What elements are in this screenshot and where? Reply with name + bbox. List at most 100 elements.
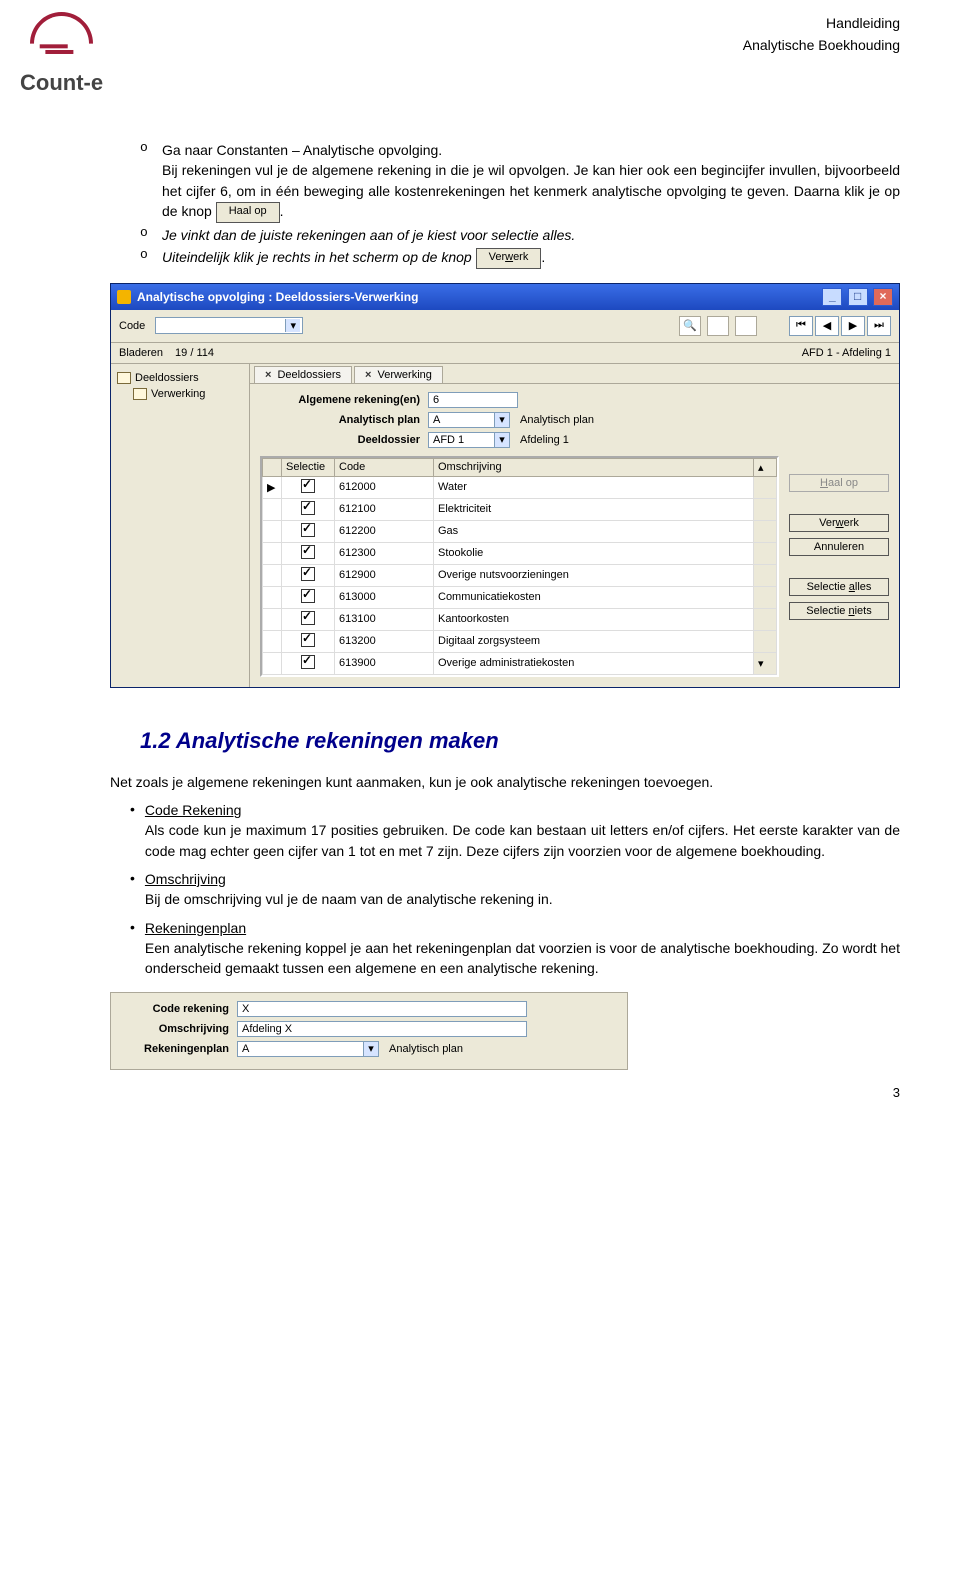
tool-btn-1[interactable] [707, 316, 729, 336]
col-selectie[interactable]: Selectie [282, 458, 335, 476]
text-italic: Je vinkt dan de juiste rekeningen aan of… [162, 227, 575, 243]
rekeningen-grid[interactable]: Selectie Code Omschrijving ▴ ▶612000Wate… [260, 456, 779, 677]
action-buttons: Haal op Verwerk Annuleren Selectie alles… [789, 456, 889, 677]
oms-input[interactable]: Afdeling X [237, 1021, 527, 1037]
paragraph: Ga naar Constanten – Analytische opvolgi… [162, 140, 900, 223]
checkbox[interactable] [301, 545, 315, 559]
table-row[interactable]: 612100Elektriciteit [263, 498, 777, 520]
table-row[interactable]: 612300Stookolie [263, 542, 777, 564]
rekplan-combo[interactable]: A▾ [237, 1041, 379, 1057]
cell-code: 613100 [335, 608, 434, 630]
cell-code: 612300 [335, 542, 434, 564]
checkbox[interactable] [301, 611, 315, 625]
tree-item-deeldossiers[interactable]: Deeldossiers [115, 370, 245, 386]
tree-item-verwerking[interactable]: Verwerking [115, 386, 245, 402]
table-row[interactable]: ▶612000Water [263, 476, 777, 498]
plan-label: Analytisch plan [260, 414, 428, 426]
bullet-text: Als code kun je maximum 17 posities gebr… [145, 822, 900, 858]
bullet-marker: o [140, 225, 162, 240]
tab-label: Verwerking [377, 369, 431, 381]
cell-code: 612200 [335, 520, 434, 542]
checkbox[interactable] [301, 589, 315, 603]
brand-logo: Count-e [20, 12, 120, 92]
close-icon[interactable]: × [365, 369, 371, 381]
rekening-form-sample: Code rekening X Omschrijving Afdeling X … [110, 992, 628, 1070]
minimize-button[interactable]: _ [822, 288, 842, 306]
bullet-icon: • [130, 869, 135, 889]
maximize-button[interactable]: □ [848, 288, 868, 306]
app-icon [117, 290, 131, 304]
col-code[interactable]: Code [335, 458, 434, 476]
text-line: Ga naar Constanten – Analytische opvolgi… [162, 142, 442, 158]
alg-rek-input[interactable]: 6 [428, 392, 518, 408]
alg-rek-label: Algemene rekening(en) [260, 394, 428, 406]
cell-omschrijving: Water [434, 476, 754, 498]
paragraph: Uiteindelijk klik je rechts in het scher… [162, 247, 900, 269]
close-button[interactable]: × [873, 288, 893, 306]
code-rek-input[interactable]: X [237, 1001, 527, 1017]
tool-btn-2[interactable] [735, 316, 757, 336]
cell-omschrijving: Kantoorkosten [434, 608, 754, 630]
bullet-title: Rekeningenplan [145, 920, 246, 936]
tab-verwerking[interactable]: × Verwerking [354, 366, 443, 383]
chevron-down-icon: ▾ [494, 413, 509, 427]
info-row: Bladeren 19 / 114 AFD 1 - Afdeling 1 [111, 343, 899, 364]
table-row[interactable]: 613200Digitaal zorgsysteem [263, 630, 777, 652]
brand-name: Count-e [20, 70, 103, 96]
tree-label: Deeldossiers [135, 372, 199, 384]
checkbox[interactable] [301, 479, 315, 493]
nav-next-button[interactable]: ▶ [841, 316, 865, 336]
plan-combo[interactable]: A▾ [428, 412, 510, 428]
bullet-text: Bij de omschrijving vul je de naam van d… [145, 891, 553, 907]
deel-label: Deeldossier [260, 434, 428, 446]
nav-last-button[interactable]: ⏭ [867, 316, 891, 336]
selectie-alles-button[interactable]: Selectie alles [789, 578, 889, 596]
tab-label: Deeldossiers [277, 369, 341, 381]
verwerk-button-inline[interactable]: Verwerk [476, 248, 542, 269]
checkbox[interactable] [301, 523, 315, 537]
table-row[interactable]: 612900Overige nutsvoorzieningen [263, 564, 777, 586]
checkbox[interactable] [301, 501, 315, 515]
rekplan-label: Rekeningenplan [119, 1043, 237, 1055]
verwerk-button[interactable]: Verwerk [789, 514, 889, 532]
table-row[interactable]: 613100Kantoorkosten [263, 608, 777, 630]
checkbox[interactable] [301, 633, 315, 647]
title-bar: Analytische opvolging : Deeldossiers-Ver… [111, 284, 899, 310]
close-icon[interactable]: × [265, 369, 271, 381]
cell-code: 613200 [335, 630, 434, 652]
section-intro: Net zoals je algemene rekeningen kunt aa… [110, 772, 900, 792]
bullet-title: Omschrijving [145, 871, 226, 887]
cell-code: 613900 [335, 652, 434, 674]
plan-desc: Analytisch plan [520, 414, 594, 426]
annuleren-button[interactable]: Annuleren [789, 538, 889, 556]
doc-title: Analytische Boekhouding [743, 34, 900, 56]
bullet-marker: o [140, 247, 162, 262]
nav-prev-button[interactable]: ◀ [815, 316, 839, 336]
search-button[interactable]: 🔍 [679, 316, 701, 336]
scroll-up-icon[interactable]: ▴ [754, 458, 777, 476]
col-omschrijving[interactable]: Omschrijving [434, 458, 754, 476]
oms-label: Omschrijving [119, 1023, 237, 1035]
table-row[interactable]: 613000Communicatiekosten [263, 586, 777, 608]
chevron-down-icon: ▾ [285, 319, 300, 332]
checkbox[interactable] [301, 655, 315, 669]
bullet-body: Rekeningenplan Een analytische rekening … [145, 918, 900, 979]
paragraph: Je vinkt dan de juiste rekeningen aan of… [162, 225, 900, 245]
haal-op-button-inline[interactable]: Haal op [216, 202, 280, 223]
table-row[interactable]: 612200Gas [263, 520, 777, 542]
table-row[interactable]: 613900Overige administratiekosten▾ [263, 652, 777, 674]
haal-op-button[interactable]: Haal op [789, 474, 889, 492]
tabs: × Deeldossiers × Verwerking [250, 364, 899, 384]
doc-type: Handleiding [743, 12, 900, 34]
selectie-niets-button[interactable]: Selectie niets [789, 602, 889, 620]
folder-icon [133, 388, 147, 400]
code-combo[interactable]: ▾ [155, 317, 303, 334]
cell-code: 612900 [335, 564, 434, 586]
toolbar: Code ▾ 🔍 ⏮ ◀ ▶ ⏭ [111, 310, 899, 343]
nav-first-button[interactable]: ⏮ [789, 316, 813, 336]
checkbox[interactable] [301, 567, 315, 581]
search-icon: 🔍 [683, 319, 697, 332]
bullet-icon: • [130, 800, 135, 820]
tab-deeldossiers[interactable]: × Deeldossiers [254, 366, 352, 383]
deel-combo[interactable]: AFD 1▾ [428, 432, 510, 448]
